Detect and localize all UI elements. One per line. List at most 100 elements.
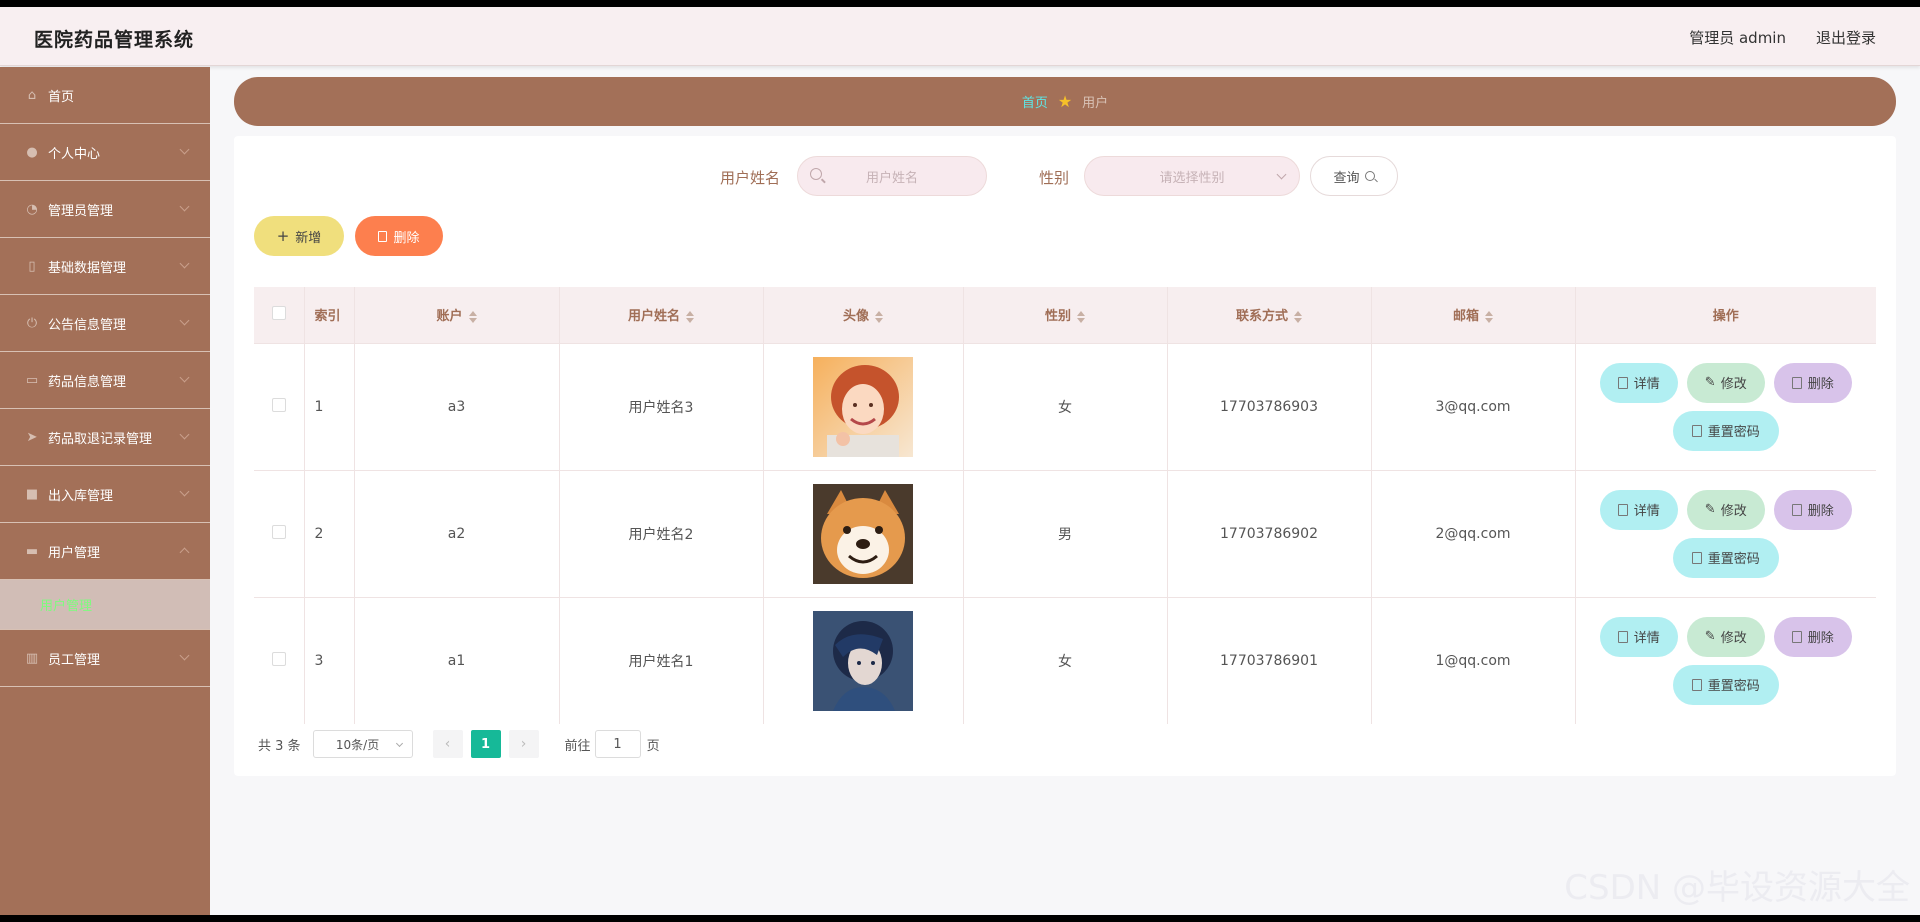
cell-account: a1 xyxy=(354,596,560,724)
sort-icon[interactable] xyxy=(686,310,694,323)
sidebar-item-inventory[interactable]: ■ 出入库管理 xyxy=(0,466,210,523)
chevron-down-icon xyxy=(179,144,190,155)
sidebar-item-personal-center[interactable]: ● 个人中心 xyxy=(0,124,210,181)
select-all-checkbox[interactable] xyxy=(271,305,286,320)
add-button[interactable]: + 新增 xyxy=(254,216,344,256)
reset-password-button[interactable]: 重置密码 xyxy=(1672,664,1779,705)
cell-index: 3 xyxy=(304,596,355,724)
header-avatar[interactable]: 头像 xyxy=(763,287,964,343)
detail-button[interactable]: 详情 xyxy=(1599,362,1678,403)
home-icon: ⌂ xyxy=(27,87,37,103)
sidebar-item-user-management[interactable]: ▬ 用户管理 xyxy=(0,523,210,580)
delete-button[interactable]: 删除 xyxy=(1773,489,1852,530)
trash-icon xyxy=(1791,503,1802,516)
edit-button[interactable]: ✎ 修改 xyxy=(1686,362,1765,403)
header-name[interactable]: 用户姓名 xyxy=(559,287,764,343)
send-icon: ➤ xyxy=(26,429,38,445)
table-row: 1 a3 用户姓名3 女 17703786903 3@qq.com 详情 ✎ 修… xyxy=(254,342,1876,470)
detail-label: 详情 xyxy=(1633,377,1660,392)
query-button[interactable]: 查询 xyxy=(1310,156,1398,196)
delete-label: 删除 xyxy=(1807,504,1834,519)
sidebar-item-label: 出入库管理 xyxy=(48,488,114,504)
batch-delete-button[interactable]: 删除 xyxy=(355,216,443,256)
avatar[interactable] xyxy=(813,483,913,584)
document-icon xyxy=(1617,376,1628,389)
cell-name: 用户姓名3 xyxy=(559,342,764,470)
sidebar-item-drug-info[interactable]: ▭ 药品信息管理 xyxy=(0,352,210,409)
breadcrumb-home[interactable]: 首页 xyxy=(1022,92,1048,111)
cell-email: 1@qq.com xyxy=(1371,596,1576,724)
avatar[interactable] xyxy=(813,356,913,457)
sidebar-item-admin-management[interactable]: ◔ 管理员管理 xyxy=(0,181,210,238)
reset-password-label: 重置密码 xyxy=(1707,552,1760,567)
cell-gender: 女 xyxy=(963,596,1168,724)
row-actions: 详情 ✎ 修改 删除 重置密码 xyxy=(1596,616,1856,705)
sidebar: ⌂ 首页 ● 个人中心 ◔ 管理员管理 ▯ 基础数据管理 ⏻ 公告信息管理 ▭ … xyxy=(0,67,210,915)
cell-email: 2@qq.com xyxy=(1371,469,1576,597)
row-actions: 详情 ✎ 修改 删除 重置密码 xyxy=(1596,489,1856,578)
sort-icon[interactable] xyxy=(1485,310,1493,323)
header-gender[interactable]: 性别 xyxy=(963,287,1168,343)
edit-button[interactable]: ✎ 修改 xyxy=(1686,616,1765,657)
cell-avatar xyxy=(763,342,964,470)
page-size-select[interactable]: 10条/页 xyxy=(312,730,413,758)
logout-link[interactable]: 退出登录 xyxy=(1816,27,1876,48)
sort-icon[interactable] xyxy=(1077,310,1085,323)
sidebar-item-label: 管理员管理 xyxy=(48,203,114,219)
prev-page-button[interactable]: ‹ xyxy=(432,730,463,758)
breadcrumb: 首页 ★ 用户 xyxy=(234,77,1896,126)
sidebar-subitem-user-management[interactable]: 用户管理 xyxy=(0,580,210,630)
name-search-input[interactable]: 用户姓名 xyxy=(797,156,987,196)
sidebar-item-drug-records[interactable]: ➤ 药品取退记录管理 xyxy=(0,409,210,466)
sidebar-item-basic-data[interactable]: ▯ 基础数据管理 xyxy=(0,238,210,295)
pencil-icon: ✎ xyxy=(1704,629,1716,645)
sort-icon[interactable] xyxy=(468,310,477,323)
trash-icon xyxy=(378,230,388,242)
document-icon xyxy=(1617,630,1628,643)
power-icon: ⏻ xyxy=(26,315,38,331)
row-checkbox[interactable] xyxy=(271,524,286,539)
detail-button[interactable]: 详情 xyxy=(1599,489,1678,530)
edit-button[interactable]: ✎ 修改 xyxy=(1686,489,1765,530)
header-email[interactable]: 邮箱 xyxy=(1371,287,1576,343)
avatar[interactable] xyxy=(813,610,913,711)
reset-password-button[interactable]: 重置密码 xyxy=(1672,410,1779,451)
folder-icon: ▬ xyxy=(25,543,39,559)
document-icon xyxy=(1691,678,1702,691)
header-phone[interactable]: 联系方式 xyxy=(1167,287,1372,343)
header-account[interactable]: 账户 xyxy=(354,287,560,343)
table-row: 2 a2 用户姓名2 男 17703786902 2@qq.com 详情 ✎ 修… xyxy=(254,469,1876,597)
delete-button[interactable]: 删除 xyxy=(1773,616,1852,657)
document-icon xyxy=(1691,551,1702,564)
next-page-button[interactable]: › xyxy=(508,730,539,758)
reset-password-button[interactable]: 重置密码 xyxy=(1672,537,1779,578)
app-title: 医院药品管理系统 xyxy=(34,29,195,51)
goto-suffix: 页 xyxy=(646,738,660,754)
add-label: 新增 xyxy=(295,230,322,246)
sidebar-item-staff-management[interactable]: ▥ 员工管理 xyxy=(0,630,210,687)
sidebar-item-home[interactable]: ⌂ 首页 xyxy=(0,67,210,124)
document-icon xyxy=(1691,424,1702,437)
app-frame: 医院药品管理系统 管理员 admin 退出登录 ⌂ 首页 ● 个人中心 ◔ 管理… xyxy=(0,7,1920,915)
delete-label: 删除 xyxy=(1807,377,1834,392)
row-checkbox[interactable] xyxy=(271,397,286,412)
header-index: 索引 xyxy=(304,287,355,343)
detail-button[interactable]: 详情 xyxy=(1599,616,1678,657)
page-number-current[interactable]: 1 xyxy=(470,730,501,758)
gender-select[interactable]: 请选择性别 xyxy=(1084,156,1300,196)
gender-placeholder: 请选择性别 xyxy=(1159,170,1225,186)
chevron-down-icon xyxy=(179,429,190,440)
delete-button[interactable]: 删除 xyxy=(1773,362,1852,403)
card-icon: ▭ xyxy=(25,372,39,388)
delete-label: 删除 xyxy=(393,230,420,246)
sort-icon[interactable] xyxy=(875,310,883,323)
cell-ops: 详情 ✎ 修改 删除 重置密码 xyxy=(1575,469,1876,597)
row-checkbox[interactable] xyxy=(271,651,286,666)
cell-ops: 详情 ✎ 修改 删除 重置密码 xyxy=(1575,342,1876,470)
header-phone-label: 联系方式 xyxy=(1235,309,1288,325)
table-row: 3 a1 用户姓名1 女 17703786901 1@qq.com 详情 ✎ 修… xyxy=(254,596,1876,724)
sort-icon[interactable] xyxy=(1294,310,1302,323)
goto-page-input[interactable]: 1 xyxy=(594,730,641,758)
sidebar-item-announcements[interactable]: ⏻ 公告信息管理 xyxy=(0,295,210,352)
sidebar-item-label: 个人中心 xyxy=(48,146,101,162)
